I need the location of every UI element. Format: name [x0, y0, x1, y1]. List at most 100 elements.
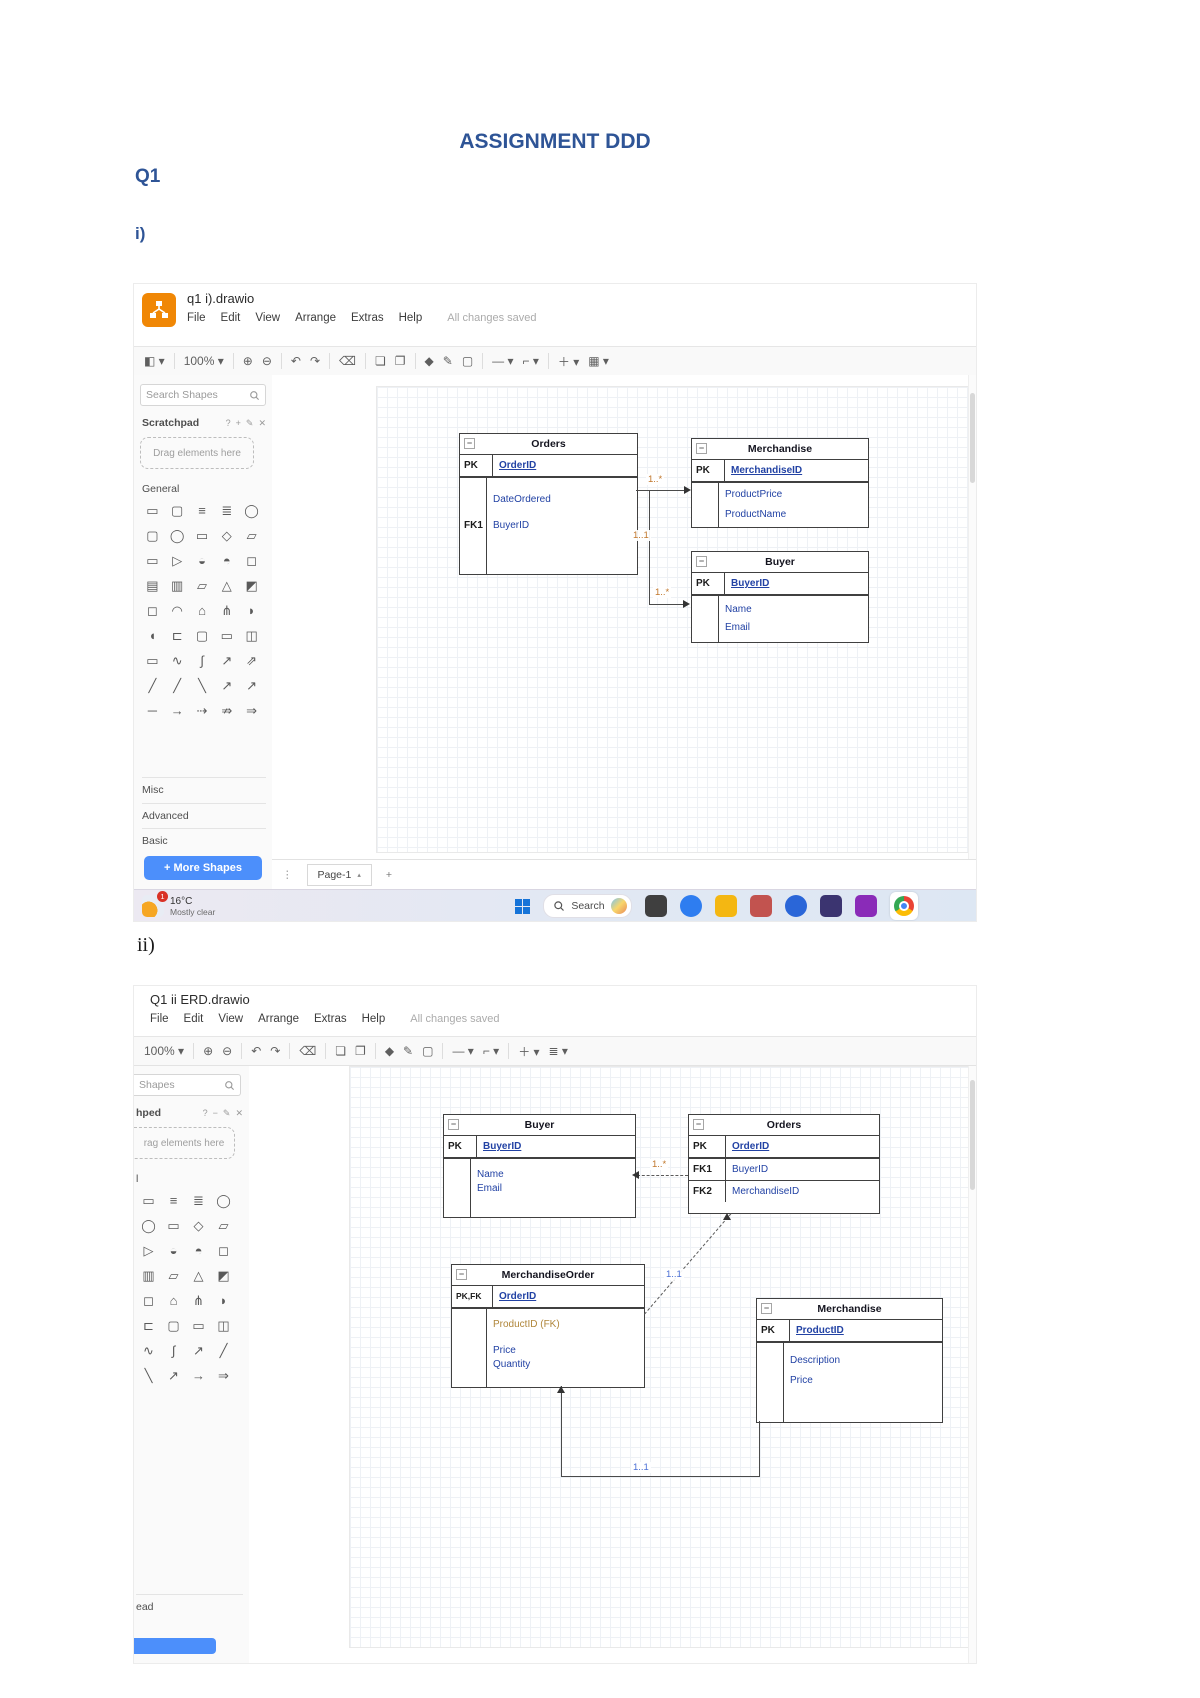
shape-icon[interactable]: ▷ [165, 553, 190, 569]
shape-icon[interactable]: ◒ [190, 553, 215, 569]
shape-icon[interactable]: ↗ [214, 653, 239, 669]
shape-icon[interactable]: ∿ [136, 1343, 161, 1359]
pages-menu-icon[interactable]: ⋮ [282, 869, 293, 881]
shape-icon[interactable]: ▭ [140, 503, 165, 519]
erd-table-orders[interactable]: − Orders PK OrderID DateOrdered FK1 Buyer… [459, 433, 638, 575]
divider[interactable] [364, 353, 366, 369]
menu-item[interactable]: Help [362, 1013, 386, 1025]
shape-icon[interactable]: ◫ [239, 628, 264, 644]
shape-search-input[interactable]: Search Shapes [140, 384, 266, 406]
shape-icon[interactable]: ╱ [211, 1343, 236, 1359]
section-misc[interactable]: Misc [142, 777, 266, 796]
canvas-scrollbar[interactable] [968, 375, 976, 859]
shape-icon[interactable]: ◓ [186, 1243, 211, 1259]
shape-icon[interactable]: ▭ [214, 628, 239, 644]
onenote-icon[interactable] [854, 895, 877, 917]
shape-icon[interactable]: ↗ [161, 1368, 186, 1384]
scratchpad-dropzone[interactable]: Drag elements here [140, 437, 254, 469]
erd-table-buyer[interactable]: − Buyer PK BuyerID Name Email [691, 551, 869, 643]
shape-icon[interactable]: ─ [140, 703, 165, 719]
scratchpad-action-icon[interactable]: + [236, 418, 241, 429]
shape-icon[interactable]: ▭ [190, 528, 215, 544]
shape-icon[interactable]: ◩ [211, 1268, 236, 1284]
divider[interactable] [374, 1043, 376, 1059]
zoom-in-button[interactable]: ⊕ [203, 1044, 213, 1058]
divider[interactable] [241, 1043, 243, 1059]
view-button[interactable]: ◧ ▾ [144, 354, 165, 368]
insert-button[interactable]: ＋ ▾ [518, 1043, 539, 1060]
divider[interactable] [325, 1043, 327, 1059]
shape-icon[interactable]: ◯ [211, 1193, 236, 1209]
line-color-button[interactable]: ✎ [403, 1044, 413, 1058]
edge-orders-merchandise[interactable] [636, 490, 685, 491]
shape-icon[interactable]: ▱ [161, 1268, 186, 1284]
divider[interactable] [173, 353, 175, 369]
shape-icon[interactable]: ↗ [239, 678, 264, 694]
edge-merchandise-mo[interactable] [561, 1476, 760, 1477]
shape-icon[interactable]: ◻ [136, 1293, 161, 1309]
shape-icon[interactable]: ▢ [140, 528, 165, 544]
menu-item[interactable]: Extras [314, 1013, 347, 1025]
menu-item[interactable]: View [255, 312, 280, 324]
menu-item[interactable]: Edit [184, 1013, 204, 1025]
shape-icon[interactable]: ◯ [165, 528, 190, 544]
scratchpad-action-icon[interactable]: ✕ [235, 1108, 243, 1119]
erd-table-merchandise-order[interactable]: − MerchandiseOrder PK,FK OrderID ProductI… [451, 1264, 645, 1388]
shape-icon[interactable]: ◇ [186, 1218, 211, 1234]
shape-icon[interactable]: ⇏ [214, 703, 239, 719]
shape-icon[interactable]: ⋔ [214, 603, 239, 619]
shadow-button[interactable]: ▢ [462, 354, 473, 368]
shape-icon[interactable]: ◻ [239, 553, 264, 569]
store-icon[interactable] [749, 895, 772, 917]
erd-table-buyer[interactable]: − Buyer PK BuyerID Name Email [443, 1114, 636, 1218]
shape-icon[interactable]: ◠ [165, 603, 190, 619]
scratchpad-action-icon[interactable]: ? [226, 418, 231, 429]
menu-item[interactable]: Help [399, 312, 423, 324]
section-general[interactable]: l [136, 1167, 243, 1185]
divider[interactable] [232, 353, 234, 369]
delete-button[interactable]: ⌫ [339, 354, 356, 368]
collapse-icon[interactable]: − [464, 438, 475, 449]
delete-button[interactable]: ⌫ [299, 1044, 316, 1058]
undo-button[interactable]: ↶ [251, 1044, 261, 1058]
edge-orders-buyer-segment[interactable] [649, 490, 650, 604]
shape-icon[interactable]: ▭ [140, 653, 165, 669]
fill-color-button[interactable]: ◆ [425, 354, 434, 368]
insert-button[interactable]: ＋ ▾ [558, 353, 579, 370]
shape-icon[interactable]: ▢ [161, 1318, 186, 1334]
weather-widget[interactable]: 1 16°C Mostly clear [142, 891, 215, 917]
divider[interactable] [414, 353, 416, 369]
shape-icon[interactable]: ╲ [190, 678, 215, 694]
shape-icon[interactable]: ◫ [211, 1318, 236, 1334]
menu-item[interactable]: Arrange [295, 312, 336, 324]
shape-icon[interactable]: ⊏ [165, 628, 190, 644]
shape-icon[interactable]: → [186, 1368, 211, 1384]
shape-icon[interactable]: ∿ [165, 653, 190, 669]
shape-icon[interactable]: ≣ [214, 503, 239, 519]
shape-icon[interactable]: ⊏ [136, 1318, 161, 1334]
shape-icon[interactable]: ▢ [165, 503, 190, 519]
edge-orders-buyer[interactable] [649, 604, 684, 605]
scratchpad-action-icon[interactable]: − [213, 1108, 218, 1119]
zoom-level-button[interactable]: 100% ▾ [184, 354, 224, 368]
collapse-icon[interactable]: − [448, 1119, 459, 1130]
edge-merchandise-mo-segment[interactable] [561, 1386, 562, 1476]
zoom-out-button[interactable]: ⊖ [222, 1044, 232, 1058]
copilot-icon[interactable] [679, 895, 702, 917]
shape-icon[interactable]: ◖ [140, 628, 165, 644]
shape-icon[interactable]: ▱ [190, 578, 215, 594]
edge-merchandise-mo-segment[interactable] [759, 1421, 760, 1476]
shape-icon[interactable]: ▢ [190, 628, 215, 644]
start-button[interactable] [515, 898, 531, 914]
shape-icon[interactable]: ▭ [186, 1318, 211, 1334]
shape-icon[interactable]: ▱ [211, 1218, 236, 1234]
zoom-level-button[interactable]: 100% ▾ [144, 1044, 184, 1058]
scratchpad-action-icon[interactable]: ✎ [246, 418, 254, 429]
shape-icon[interactable]: ▷ [136, 1243, 161, 1259]
shape-icon[interactable]: ◗ [211, 1293, 236, 1309]
divider[interactable] [442, 1043, 444, 1059]
add-page-icon[interactable]: + [386, 869, 392, 881]
connection-style-button[interactable]: — ▾ [452, 1044, 473, 1058]
shape-icon[interactable]: ▭ [140, 553, 165, 569]
shape-icon[interactable]: ▱ [239, 528, 264, 544]
